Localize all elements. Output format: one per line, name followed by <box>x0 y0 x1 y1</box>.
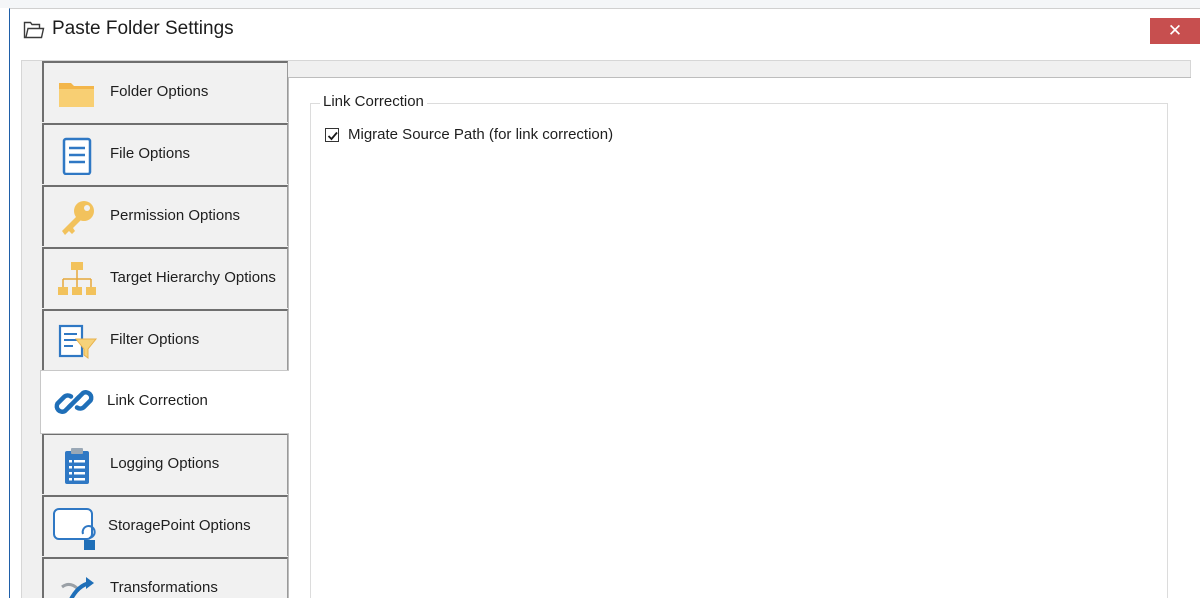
tab-storagepoint-options[interactable]: StoragePoint Options <box>42 495 288 556</box>
migrate-source-path-option[interactable]: Migrate Source Path (for link correction… <box>325 126 613 143</box>
link-correction-page: Link Correction Migrate Source Path (for… <box>288 77 1191 598</box>
tab-filter-options[interactable]: Filter Options <box>42 309 288 370</box>
group-title: Link Correction <box>320 93 427 110</box>
window-title: Paste Folder Settings <box>52 18 234 39</box>
file-icon <box>56 137 98 176</box>
tab-folder-options[interactable]: Folder Options <box>42 61 288 122</box>
tab-label: Permission Options <box>110 207 241 224</box>
key-icon <box>56 199 98 237</box>
tab-link-correction[interactable]: Link Correction <box>40 370 289 434</box>
background-strip <box>0 0 1200 8</box>
tab-label: Filter Options <box>110 331 200 348</box>
migrate-source-path-checkbox[interactable] <box>325 127 339 142</box>
tab-target-hierarchy-options[interactable]: Target Hierarchy Options <box>42 247 288 308</box>
folder-open-icon <box>23 20 45 40</box>
tab-label: StoragePoint Options <box>108 517 251 534</box>
tab-file-options[interactable]: File Options <box>42 123 288 184</box>
tab-logging-options[interactable]: Logging Options <box>42 433 288 494</box>
tab-label: Transformations <box>110 579 218 596</box>
tab-permission-options[interactable]: Permission Options <box>42 185 288 246</box>
tab-label: Logging Options <box>110 455 220 472</box>
link-correction-group <box>310 103 1168 598</box>
tab-label: Target Hierarchy Options <box>110 269 276 286</box>
tab-transformations[interactable]: Transformations <box>42 557 288 598</box>
tab-label: Folder Options <box>110 83 209 100</box>
folder-icon <box>56 75 98 113</box>
tab-label: Link Correction <box>107 392 208 409</box>
clipboard-icon <box>56 447 98 485</box>
storagepoint-icon <box>52 507 98 551</box>
settings-panel: Folder Options File Options Permission O… <box>21 60 1191 598</box>
link-icon <box>53 383 95 421</box>
tab-label: File Options <box>110 145 191 162</box>
migrate-source-path-label: Migrate Source Path (for link correction… <box>348 126 614 143</box>
hierarchy-icon <box>56 261 98 299</box>
title-bar: Paste Folder Settings ✕ <box>10 9 1200 53</box>
close-button[interactable]: ✕ <box>1150 18 1200 44</box>
transform-icon <box>56 571 98 598</box>
dialog-window: Paste Folder Settings ✕ Folder Options F… <box>9 8 1200 598</box>
filter-icon <box>56 323 98 361</box>
